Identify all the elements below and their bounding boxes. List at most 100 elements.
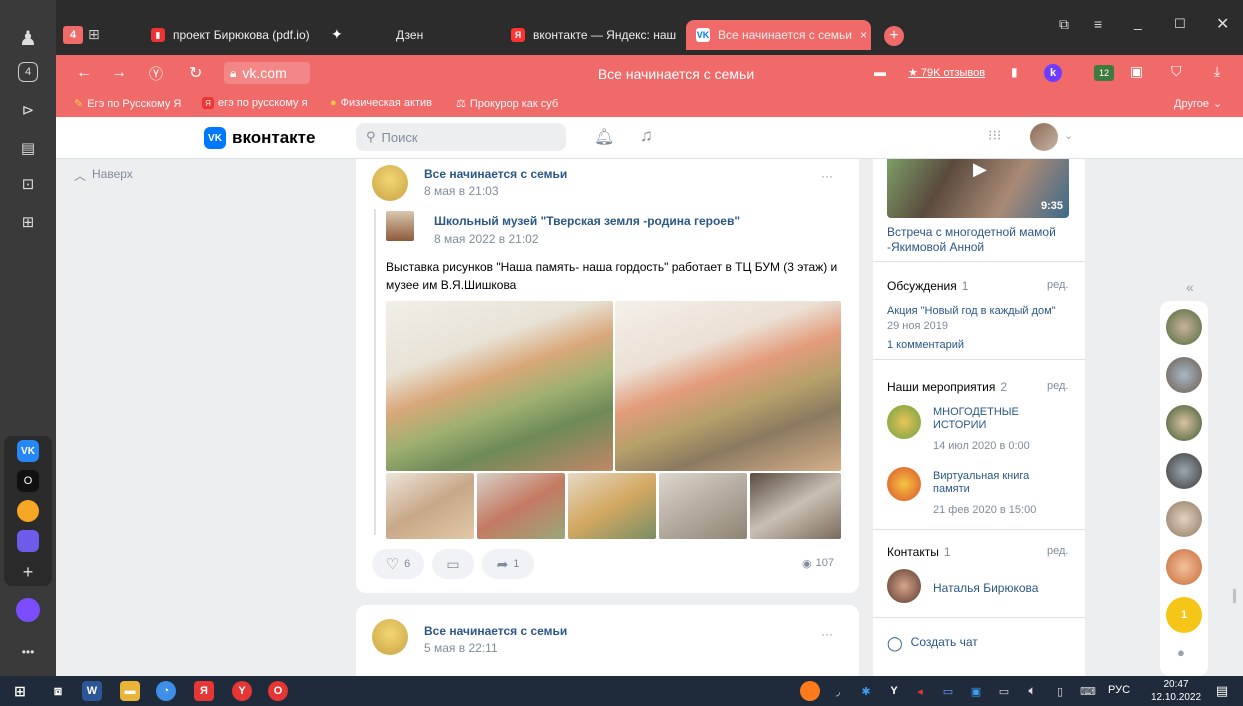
post-author[interactable]: Все начинается с семьи [424,624,567,638]
tray-app-icon[interactable] [800,681,820,701]
topic-title[interactable]: Акция "Новый год в каждый дом" [887,305,1077,317]
chat-avatar[interactable] [1166,549,1202,585]
opera-icon[interactable]: O [268,681,288,701]
create-chat-button[interactable]: ◯ Создать чат [887,635,978,652]
app-icon-orange[interactable] [17,500,39,522]
services-grid-icon[interactable]: ⁝⁝⁝ [988,127,1001,144]
community-avatar[interactable] [372,619,408,655]
keyboard-icon[interactable]: ⌨ [1078,681,1098,701]
yandex-browser-icon[interactable]: Y [232,681,252,701]
event-avatar[interactable] [887,405,921,439]
tab-pdf[interactable]: ▮ проект Бирюкова (pdf.io) [141,20,321,50]
tab-active-vk[interactable]: VK Все начинается с семьи × [686,20,871,50]
bookmark-item[interactable]: Яегэ по русскому я [202,97,308,109]
contacts-header[interactable]: Контакты 1 [887,545,951,559]
file-explorer-icon[interactable]: ▬ [120,681,140,701]
chevron-down-icon[interactable]: ⌄ [1064,129,1073,142]
yandex-home-icon[interactable]: Ⓨ [149,64,163,84]
event-title[interactable]: МНОГОДЕТНЫЕ ИСТОРИИ [933,406,1043,432]
collections-icon[interactable]: ⧉ [1059,16,1069,33]
clock[interactable]: 20:47 12.10.2022 [1150,678,1202,704]
search-input[interactable]: ⚲ Поиск [356,123,566,151]
other-bookmarks[interactable]: Другое ⌄ [1174,97,1222,111]
more-icon[interactable]: ••• [14,638,42,666]
notes-icon[interactable]: ▤ [14,134,42,162]
maximize-icon[interactable]: ☐ [1174,16,1186,32]
exhibition-photo[interactable] [568,473,656,539]
video-thumbnail[interactable]: ▶ 9:35 [887,159,1069,218]
community-avatar[interactable] [372,165,408,201]
monitor-icon[interactable]: ▭ [938,681,958,701]
profile-icon[interactable]: ♟ [14,24,42,52]
kinopoisk-icon[interactable]: k [1044,64,1062,82]
yandex-tray-icon[interactable]: Y [884,681,904,701]
post-date[interactable]: 5 мая в 22:11 [424,641,498,655]
unread-chats-badge[interactable]: 1 [1166,597,1202,633]
chrome-icon[interactable]: ◔ [156,681,176,701]
alice-icon[interactable] [16,598,40,622]
vk-app-icon[interactable]: VK [17,440,39,462]
tabs-counter-icon[interactable]: 4 [18,62,38,82]
arrow-tray-icon[interactable]: ◂ [910,681,930,701]
events-header[interactable]: Наши мероприятия 2 [887,380,1007,394]
comment-button[interactable]: ▭ [432,549,474,579]
user-avatar[interactable] [1030,123,1058,151]
download-icon[interactable]: ⤓ [1214,63,1220,80]
bookmark-item[interactable]: ⚖ Прокурор как суб [456,97,558,111]
new-tab-group-icon[interactable]: ⊞ [88,26,100,43]
bluetooth-icon[interactable]: ✱ [856,681,876,701]
contact-avatar[interactable] [887,569,921,603]
collapse-chats-icon[interactable]: « [1186,279,1194,295]
exhibition-photo[interactable] [615,301,841,471]
word-icon[interactable]: W [82,681,102,701]
repost-author[interactable]: Школьный музей "Тверская земля -родина г… [434,214,740,228]
tab-dzen[interactable]: Дзен [386,20,496,50]
language-indicator[interactable]: РУС [1108,684,1130,696]
play-icon[interactable]: ⊳ [14,96,42,124]
post-author[interactable]: Все начинается с семьи [424,167,567,181]
chat-avatar[interactable] [1166,501,1202,537]
edit-contacts-link[interactable]: ред. [1047,545,1068,557]
reload-icon[interactable]: ↻ [189,63,202,83]
chat-avatar[interactable] [1166,357,1202,393]
app-icon-purple[interactable] [17,530,39,552]
edit-discussions-link[interactable]: ред. [1047,279,1068,291]
vk-logo[interactable]: VK вконтакте [204,127,315,149]
forward-icon[interactable]: → [111,64,127,82]
exhibition-photo[interactable] [477,473,565,539]
battery-icon[interactable]: ▯ [1050,681,1070,701]
like-button[interactable]: ♡ 6 [372,549,424,579]
more-options-icon[interactable]: ··· [821,627,833,641]
chat-avatar[interactable] [1166,309,1202,345]
repost-date[interactable]: 8 мая 2022 в 21:02 [434,232,539,246]
event-title[interactable]: Виртуальная книга памяти [933,470,1043,496]
close-tab-icon[interactable]: × [860,28,867,42]
minimize-icon[interactable]: _ [1134,14,1142,30]
volume-icon[interactable]: 🔈︎ [1022,681,1042,701]
more-options-icon[interactable]: ··· [821,169,833,183]
video-title[interactable]: Встреча с многодетной мамой -Якимовой Ан… [887,225,1072,255]
extension-badge[interactable]: 12 [1094,65,1114,81]
discussions-header[interactable]: Обсуждения 1 [887,279,968,293]
apps-grid-icon[interactable]: ⊞ [14,208,42,236]
notifications-bell-icon[interactable]: 🔔︎ [594,127,614,147]
network-icon[interactable]: ▭ [994,681,1014,701]
url-field[interactable]: 🔒︎ vk.com [224,62,310,84]
event-avatar[interactable] [887,467,921,501]
screen-share-icon[interactable]: ▣ [966,681,986,701]
share-button[interactable]: ➦ 1 [482,549,534,579]
tab-count-badge[interactable]: 4 [63,26,83,44]
contact-name[interactable]: Наталья Бирюкова [933,581,1038,595]
video-extension-icon[interactable]: ▣ [1130,63,1143,80]
tab-yandex[interactable]: Я вконтакте — Яндекс: наш [501,20,681,50]
bookmark-icon[interactable]: ▮ [1011,65,1018,79]
reviews-link[interactable]: ★ 79K отзывов [908,66,985,79]
shield-icon[interactable]: ⛉ [1171,63,1182,80]
chat-avatar[interactable] [1166,453,1202,489]
edit-events-link[interactable]: ред. [1047,380,1068,392]
chat-bubble-icon[interactable]: ▬ [874,65,886,79]
add-icon[interactable]: + [14,558,42,586]
notification-center-icon[interactable]: ▤ [1212,681,1232,701]
close-window-icon[interactable]: ✕ [1216,14,1229,34]
museum-avatar[interactable] [386,211,414,241]
